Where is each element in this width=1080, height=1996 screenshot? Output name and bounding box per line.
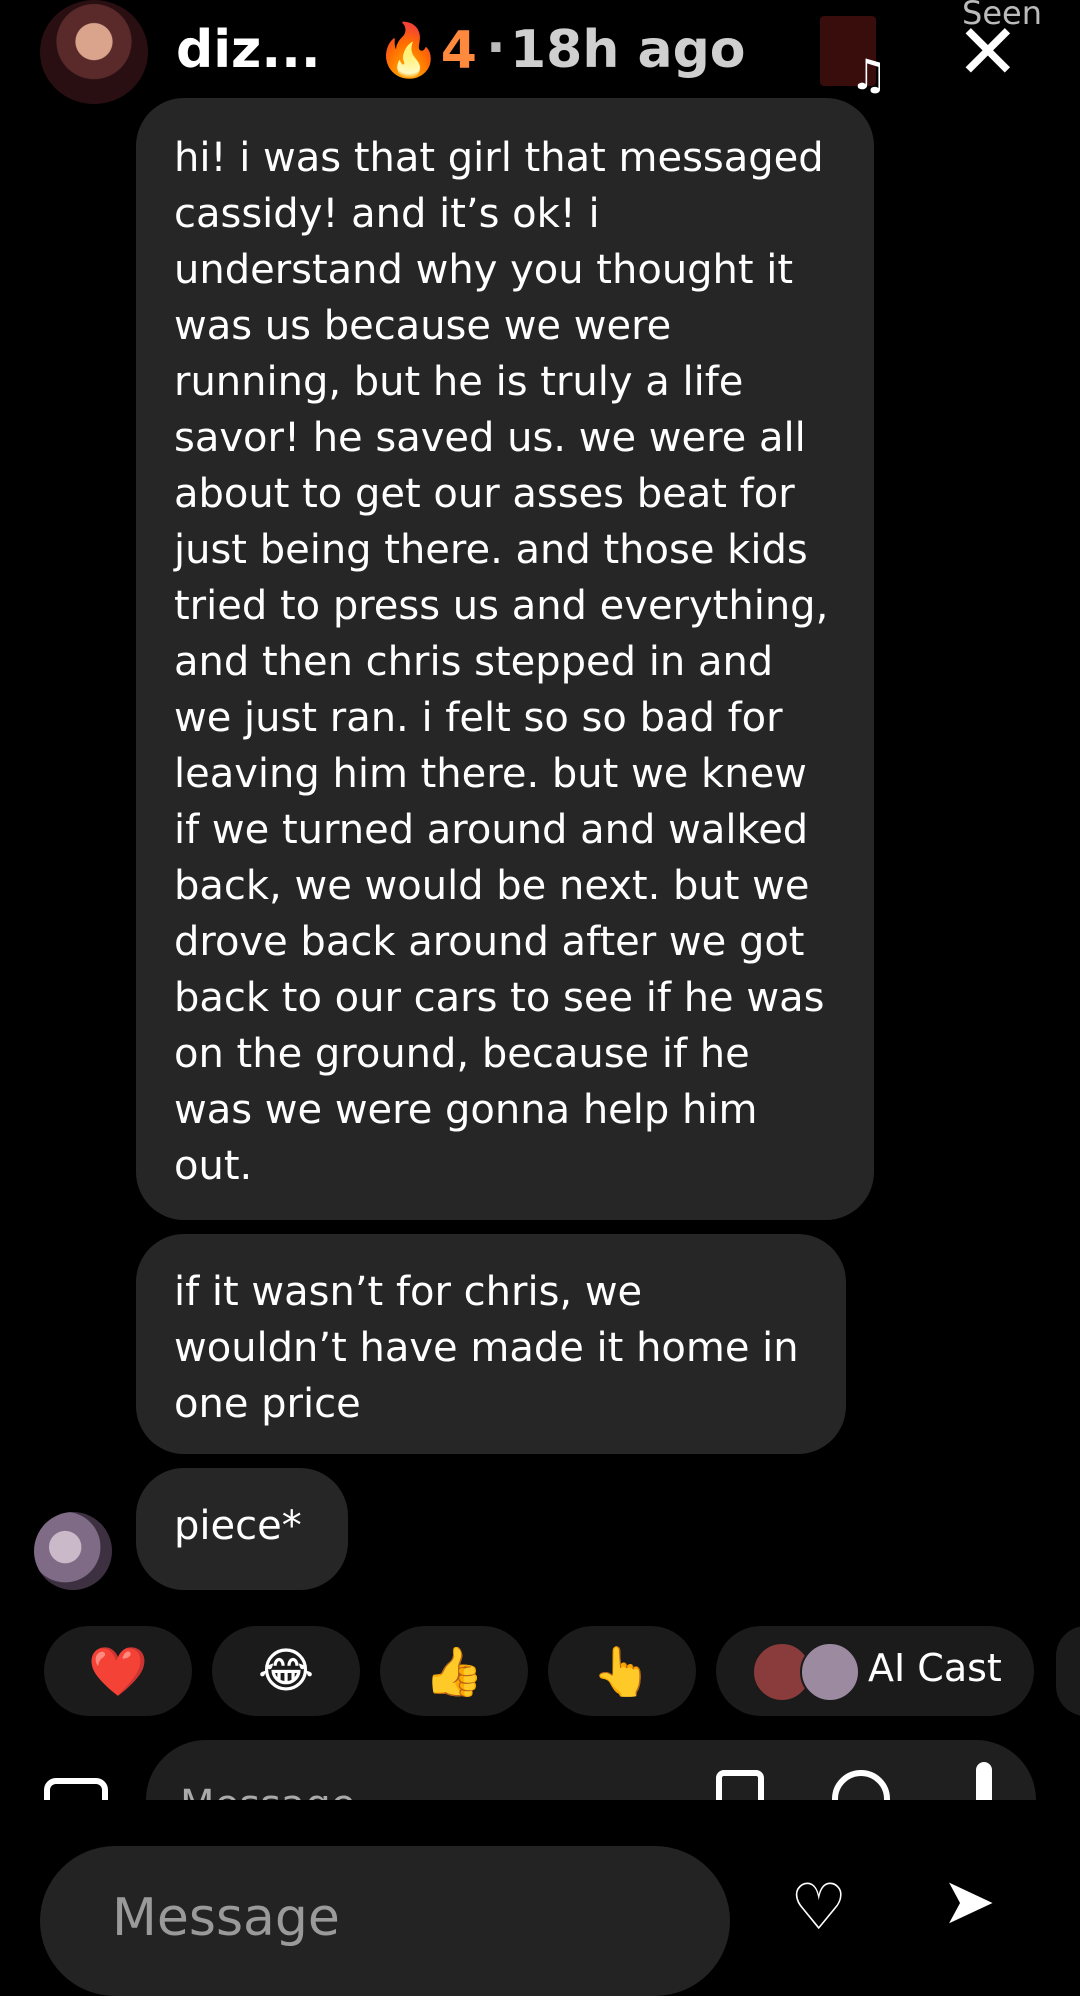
heart-icon[interactable]: ♡ [790,1876,847,1940]
close-icon[interactable]: ✕ [956,14,1020,90]
share-icon[interactable]: ➤ [942,1870,996,1934]
gallery-icon[interactable] [716,1770,764,1800]
heart-emoji-icon: ❤️ [88,1643,148,1700]
inner-message-placeholder: Message [180,1782,355,1800]
reaction-thumbs-up-button[interactable]: 👍 [380,1626,528,1716]
sender-avatar-small[interactable] [34,1512,112,1590]
ai-cast-avatar [800,1642,860,1702]
message-bubble[interactable]: hi! i was that girl that messaged cassid… [136,98,874,1220]
message-bubble[interactable]: if it wasn’t for chris, we wouldn’t have… [136,1234,846,1454]
reaction-more-button[interactable] [1056,1626,1080,1716]
reaction-point-button[interactable]: 👆 [548,1626,696,1716]
music-note-icon[interactable]: ♫ [850,50,888,99]
point-emoji-icon: 👆 [592,1643,652,1700]
laugh-emoji-icon: 😂 [257,1643,315,1699]
streak-badge: 🔥4 [376,20,477,81]
inner-composer: Message [0,1740,1080,1800]
fire-icon: 🔥 [376,21,441,81]
microphone-icon[interactable] [976,1762,992,1800]
time-ago: 18h ago [510,20,746,80]
thumbs-up-emoji-icon: 👍 [424,1643,484,1700]
header-separator: · [486,18,506,78]
streak-count: 4 [440,21,477,81]
sender-avatar[interactable] [40,0,148,104]
ai-cast-label: AI Cast [868,1646,1002,1690]
message-placeholder: Message [112,1888,340,1948]
reaction-heart-button[interactable]: ❤️ [44,1626,192,1716]
camera-icon[interactable] [44,1778,108,1800]
message-bubble[interactable]: piece* [136,1468,348,1590]
reaction-laugh-button[interactable]: 😂 [212,1626,360,1716]
sender-username[interactable]: diz... [176,20,321,80]
